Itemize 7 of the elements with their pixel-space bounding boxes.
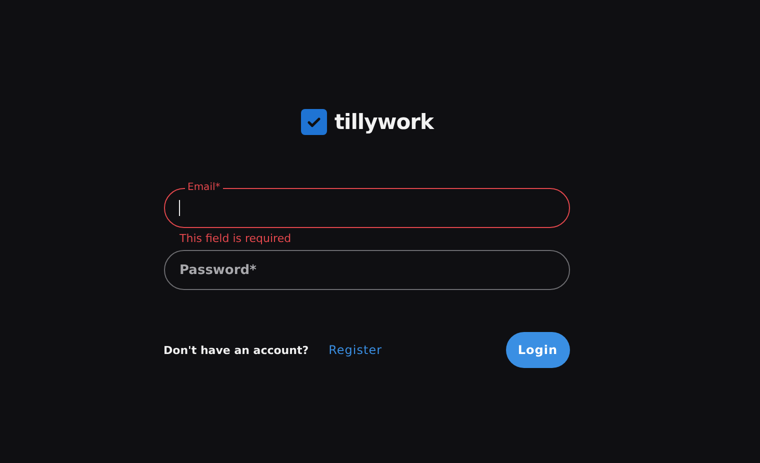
register-link[interactable]: Register <box>328 343 382 357</box>
logo-text: tillywork <box>334 109 434 136</box>
prompt-text: Don't have an account? <box>164 344 309 356</box>
checkbox-icon <box>300 109 326 135</box>
input-field[interactable]: Password* <box>164 250 570 290</box>
error-message: This field is required <box>178 231 292 247</box>
login-button[interactable]: Login <box>506 332 570 368</box>
